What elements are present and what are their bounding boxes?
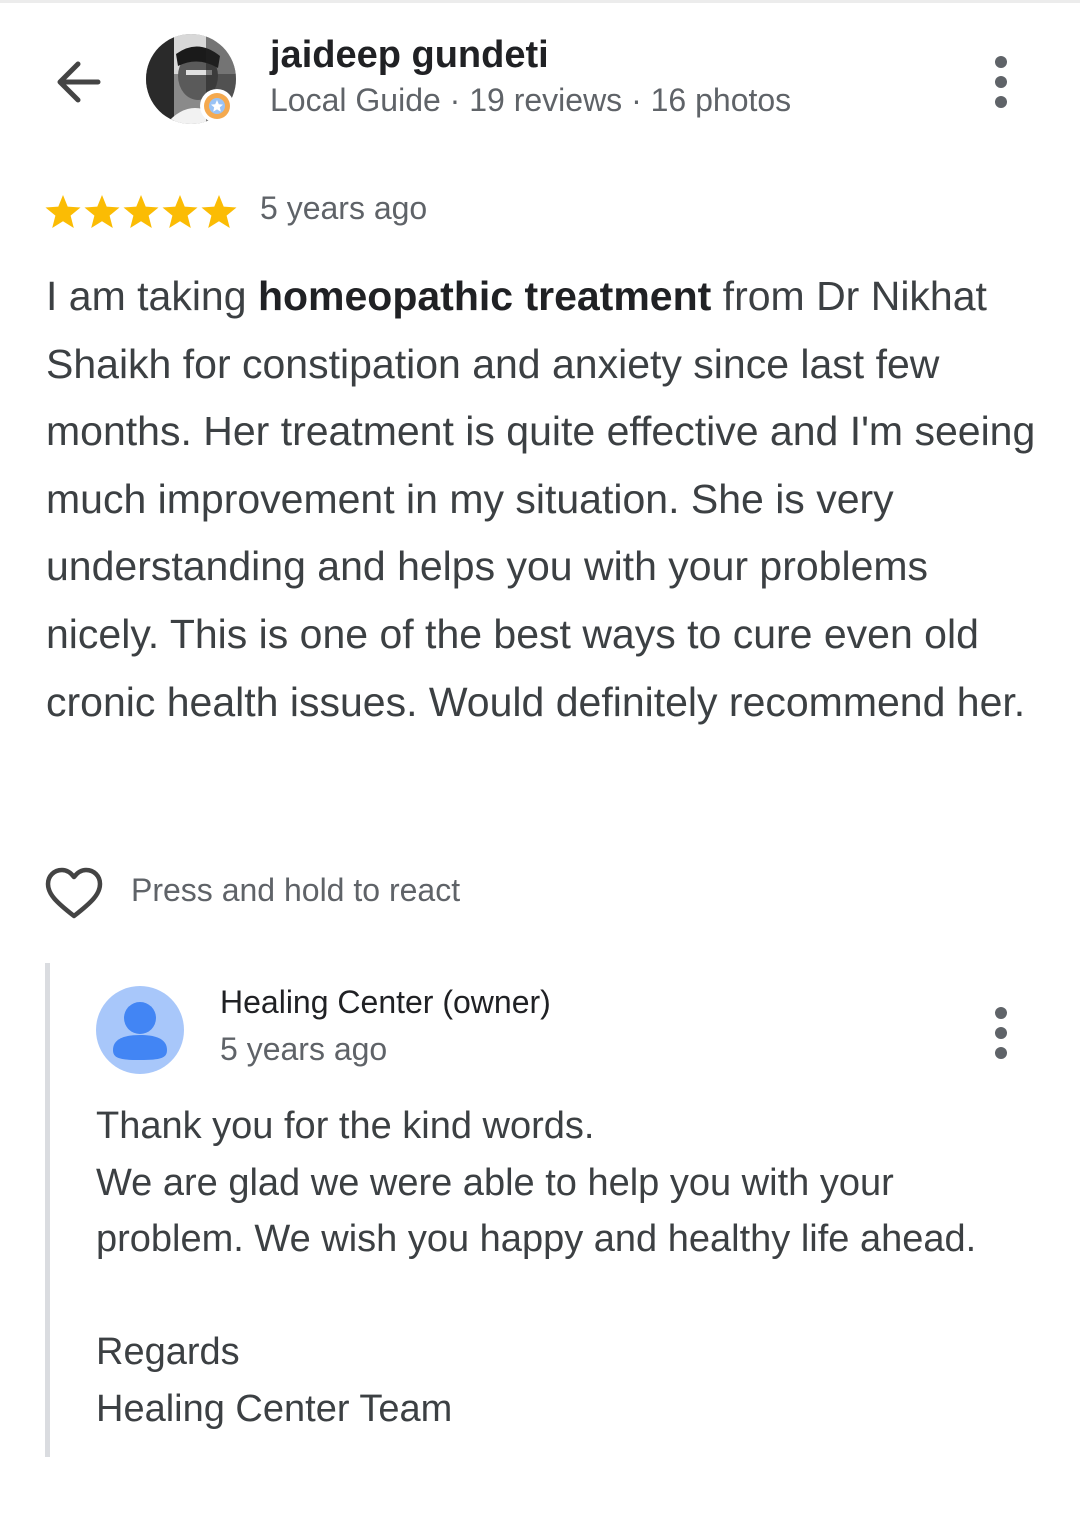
owner-reply-text: Thank you for the kind words. We are gla… <box>96 1098 1036 1437</box>
reply-menu-button[interactable] <box>989 1007 1013 1063</box>
review-time: 5 years ago <box>260 190 428 226</box>
react-button[interactable] <box>44 866 104 922</box>
reviewer-name[interactable]: jaideep gundeti <box>270 34 549 77</box>
more-vert-icon <box>989 1007 1013 1059</box>
back-button[interactable] <box>50 52 110 112</box>
reply-line: We are glad we were able to help you wit… <box>96 1161 977 1261</box>
review-text-start: I am taking <box>46 273 258 319</box>
reply-line: Thank you for the kind words. <box>96 1105 595 1147</box>
reply-indent-bar <box>45 963 50 1457</box>
more-vert-icon <box>989 56 1013 108</box>
review-text-highlight: homeopathic treatment <box>257 273 712 319</box>
arrow-back-icon <box>57 61 101 103</box>
owner-avatar <box>96 986 184 1074</box>
owner-reply-time: 5 years ago <box>220 1031 388 1067</box>
star-filled-icon <box>45 195 81 228</box>
person-avatar-icon <box>96 986 184 1074</box>
review-text-rest: from Dr Nikhat Shaikh for constipation a… <box>46 273 1036 725</box>
review-text: I am taking homeopathic treatment from D… <box>46 263 1046 736</box>
local-guide-badge-icon <box>199 88 235 124</box>
star-filled-icon <box>84 195 120 228</box>
star-rating <box>44 193 239 231</box>
reviewer-meta: Local Guide · 19 reviews · 16 photos <box>270 82 792 118</box>
star-filled-icon <box>201 195 237 228</box>
star-filled-icon <box>123 195 159 228</box>
reply-line: Healing Center Team <box>96 1387 453 1430</box>
top-divider <box>0 0 1080 3</box>
star-filled-icon <box>162 195 198 228</box>
owner-name: Healing Center (owner) <box>220 984 551 1020</box>
review-menu-button[interactable] <box>989 56 1013 112</box>
react-label[interactable]: Press and hold to react <box>131 872 460 909</box>
reply-blank-line <box>96 1268 1036 1325</box>
heart-outline-icon <box>45 867 103 919</box>
reply-line: Regards <box>96 1331 240 1373</box>
